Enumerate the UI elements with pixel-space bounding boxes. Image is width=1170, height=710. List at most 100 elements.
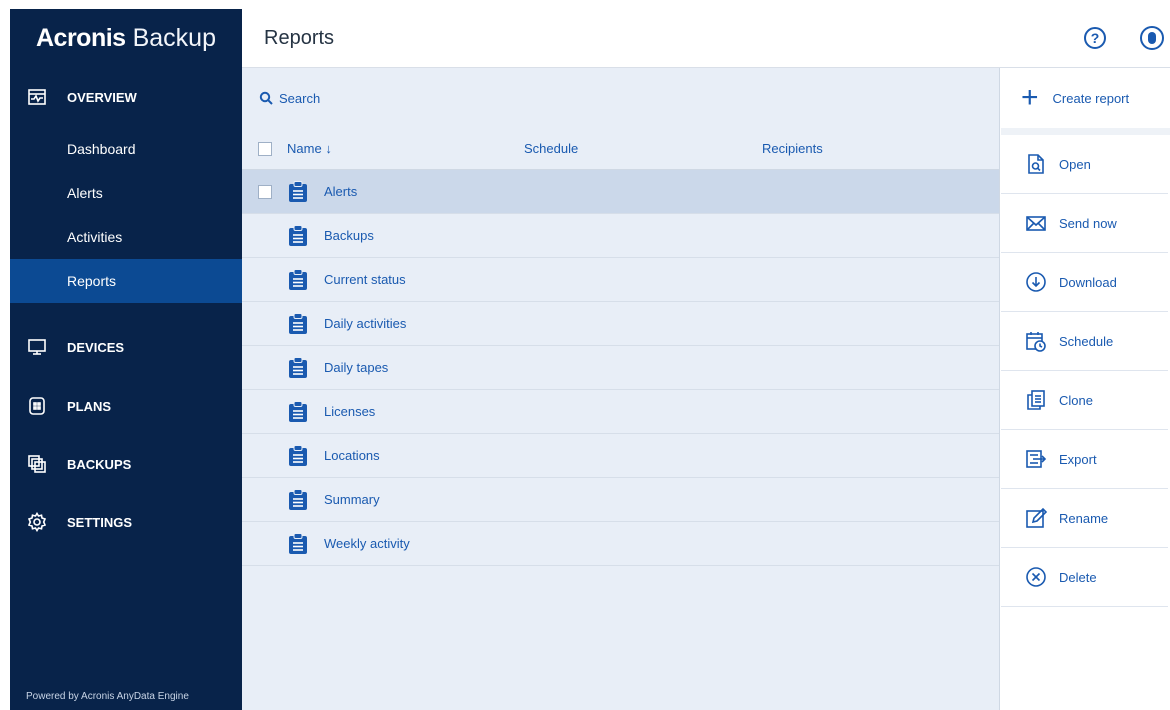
plans-icon	[26, 395, 48, 417]
report-name: Daily tapes	[324, 360, 389, 375]
nav-devices[interactable]: DEVICES	[10, 303, 242, 391]
table-row[interactable]: Locations	[242, 434, 999, 478]
page-header: Reports ?	[242, 9, 1170, 68]
nav-item-label: Alerts	[67, 185, 103, 201]
column-name-label: Name	[287, 141, 322, 156]
gear-icon	[26, 511, 48, 533]
nav-backups[interactable]: BACKUPS	[10, 421, 242, 507]
plus-icon: +	[1021, 81, 1039, 114]
action-label: Download	[1059, 274, 1117, 290]
select-all-checkbox[interactable]	[258, 142, 272, 156]
table-row[interactable]: Weekly activity	[242, 522, 999, 566]
reports-list-panel: Search Name ↓ Schedule Recipients Alerts…	[242, 68, 1000, 710]
brand-name-light: Backup	[132, 23, 216, 52]
send-now-button[interactable]: Send now	[1001, 194, 1168, 253]
overview-icon	[26, 86, 48, 108]
download-button[interactable]: Download	[1001, 253, 1168, 312]
nav-item-label: Dashboard	[67, 141, 136, 157]
nav-item-label: Reports	[67, 273, 117, 289]
row-checkbox[interactable]	[258, 185, 272, 199]
nav-item-alerts[interactable]: Alerts	[10, 171, 242, 215]
table-row[interactable]: Backups	[242, 214, 999, 258]
rename-button[interactable]: Rename	[1001, 489, 1168, 548]
search-input[interactable]: Search	[279, 91, 320, 106]
open-button[interactable]: Open	[1001, 135, 1168, 194]
report-document-icon	[288, 313, 308, 335]
action-label: Schedule	[1059, 333, 1114, 349]
nav-devices-label: DEVICES	[67, 339, 125, 355]
report-name: Weekly activity	[324, 536, 410, 551]
report-document-icon	[288, 357, 308, 379]
sort-down-icon: ↓	[325, 141, 332, 156]
table-row[interactable]: Current status	[242, 258, 999, 302]
column-recipients[interactable]: Recipients	[762, 141, 823, 156]
help-icon-glyph: ?	[1090, 30, 1100, 46]
backups-icon	[26, 453, 48, 475]
delete-button[interactable]: Delete	[1001, 548, 1168, 607]
action-panel: + Create report Open Send now Download Sche…	[1001, 68, 1170, 710]
report-name: Locations	[324, 448, 380, 463]
nav-item-dashboard[interactable]: Dashboard	[10, 127, 242, 171]
help-icon[interactable]: ?	[1084, 27, 1106, 49]
brand-logo[interactable]: Acronis Backup	[10, 9, 242, 67]
report-name: Current status	[324, 272, 406, 287]
action-list: Open Send now Download Schedule Clone Export R…	[1001, 135, 1170, 607]
report-name: Licenses	[324, 404, 376, 419]
report-rows: Alerts Backups Current status Daily activit…	[242, 170, 999, 566]
clone-button[interactable]: Clone	[1001, 371, 1168, 430]
column-schedule[interactable]: Schedule	[524, 141, 578, 156]
report-name: Daily activities	[324, 316, 407, 331]
action-label: Open	[1059, 156, 1091, 172]
page-title: Reports	[264, 27, 335, 49]
table-row[interactable]: Daily activities	[242, 302, 999, 346]
column-name[interactable]: Name ↓	[287, 141, 332, 156]
nav-overview-label: OVERVIEW	[67, 89, 137, 105]
clone-icon	[1025, 389, 1047, 411]
schedule-button[interactable]: Schedule	[1001, 312, 1168, 371]
table-header: Name ↓ Schedule Recipients	[242, 128, 999, 170]
table-row[interactable]: Alerts	[242, 170, 999, 214]
search-bar[interactable]: Search	[242, 68, 999, 128]
create-report-button[interactable]: + Create report	[1001, 68, 1170, 135]
download-icon	[1025, 271, 1047, 293]
nav-item-label: Activities	[67, 229, 123, 245]
user-icon-glyph	[1148, 32, 1156, 44]
table-row[interactable]: Daily tapes	[242, 346, 999, 390]
user-account-icon[interactable]	[1140, 26, 1164, 50]
search-icon	[259, 91, 273, 105]
report-name: Backups	[324, 228, 374, 243]
nav-settings-label: SETTINGS	[67, 514, 133, 530]
report-document-icon	[288, 489, 308, 511]
report-document-icon	[288, 445, 308, 467]
nav-plans-label: PLANS	[67, 398, 112, 414]
action-label: Send now	[1059, 215, 1117, 231]
calendar-clock-icon	[1025, 330, 1047, 352]
create-report-label: Create report	[1052, 90, 1130, 106]
report-document-icon	[288, 225, 308, 247]
powered-by-note: Powered by Acronis AnyData Engine	[26, 691, 189, 702]
rename-icon	[1025, 507, 1047, 529]
table-row[interactable]: Summary	[242, 478, 999, 522]
nav-backups-label: BACKUPS	[67, 456, 132, 472]
nav-settings[interactable]: SETTINGS	[10, 507, 242, 537]
report-name: Alerts	[324, 184, 358, 199]
action-label: Export	[1059, 451, 1097, 467]
sidebar: Acronis Backup OVERVIEW Dashboard Alerts…	[10, 9, 242, 710]
nav-item-activities[interactable]: Activities	[10, 215, 242, 259]
report-document-icon	[288, 401, 308, 423]
nav-overview[interactable]: OVERVIEW	[10, 67, 242, 127]
table-row[interactable]: Licenses	[242, 390, 999, 434]
report-name: Summary	[324, 492, 380, 507]
action-label: Rename	[1059, 510, 1109, 526]
delete-icon	[1025, 566, 1047, 588]
nav-plans[interactable]: PLANS	[10, 391, 242, 421]
report-document-icon	[288, 181, 308, 203]
envelope-icon	[1025, 212, 1047, 234]
nav-item-reports[interactable]: Reports	[10, 259, 242, 303]
report-document-icon	[288, 533, 308, 555]
export-button[interactable]: Export	[1001, 430, 1168, 489]
action-label: Delete	[1059, 569, 1097, 585]
report-document-icon	[288, 269, 308, 291]
open-icon	[1025, 153, 1047, 175]
action-label: Clone	[1059, 392, 1093, 408]
